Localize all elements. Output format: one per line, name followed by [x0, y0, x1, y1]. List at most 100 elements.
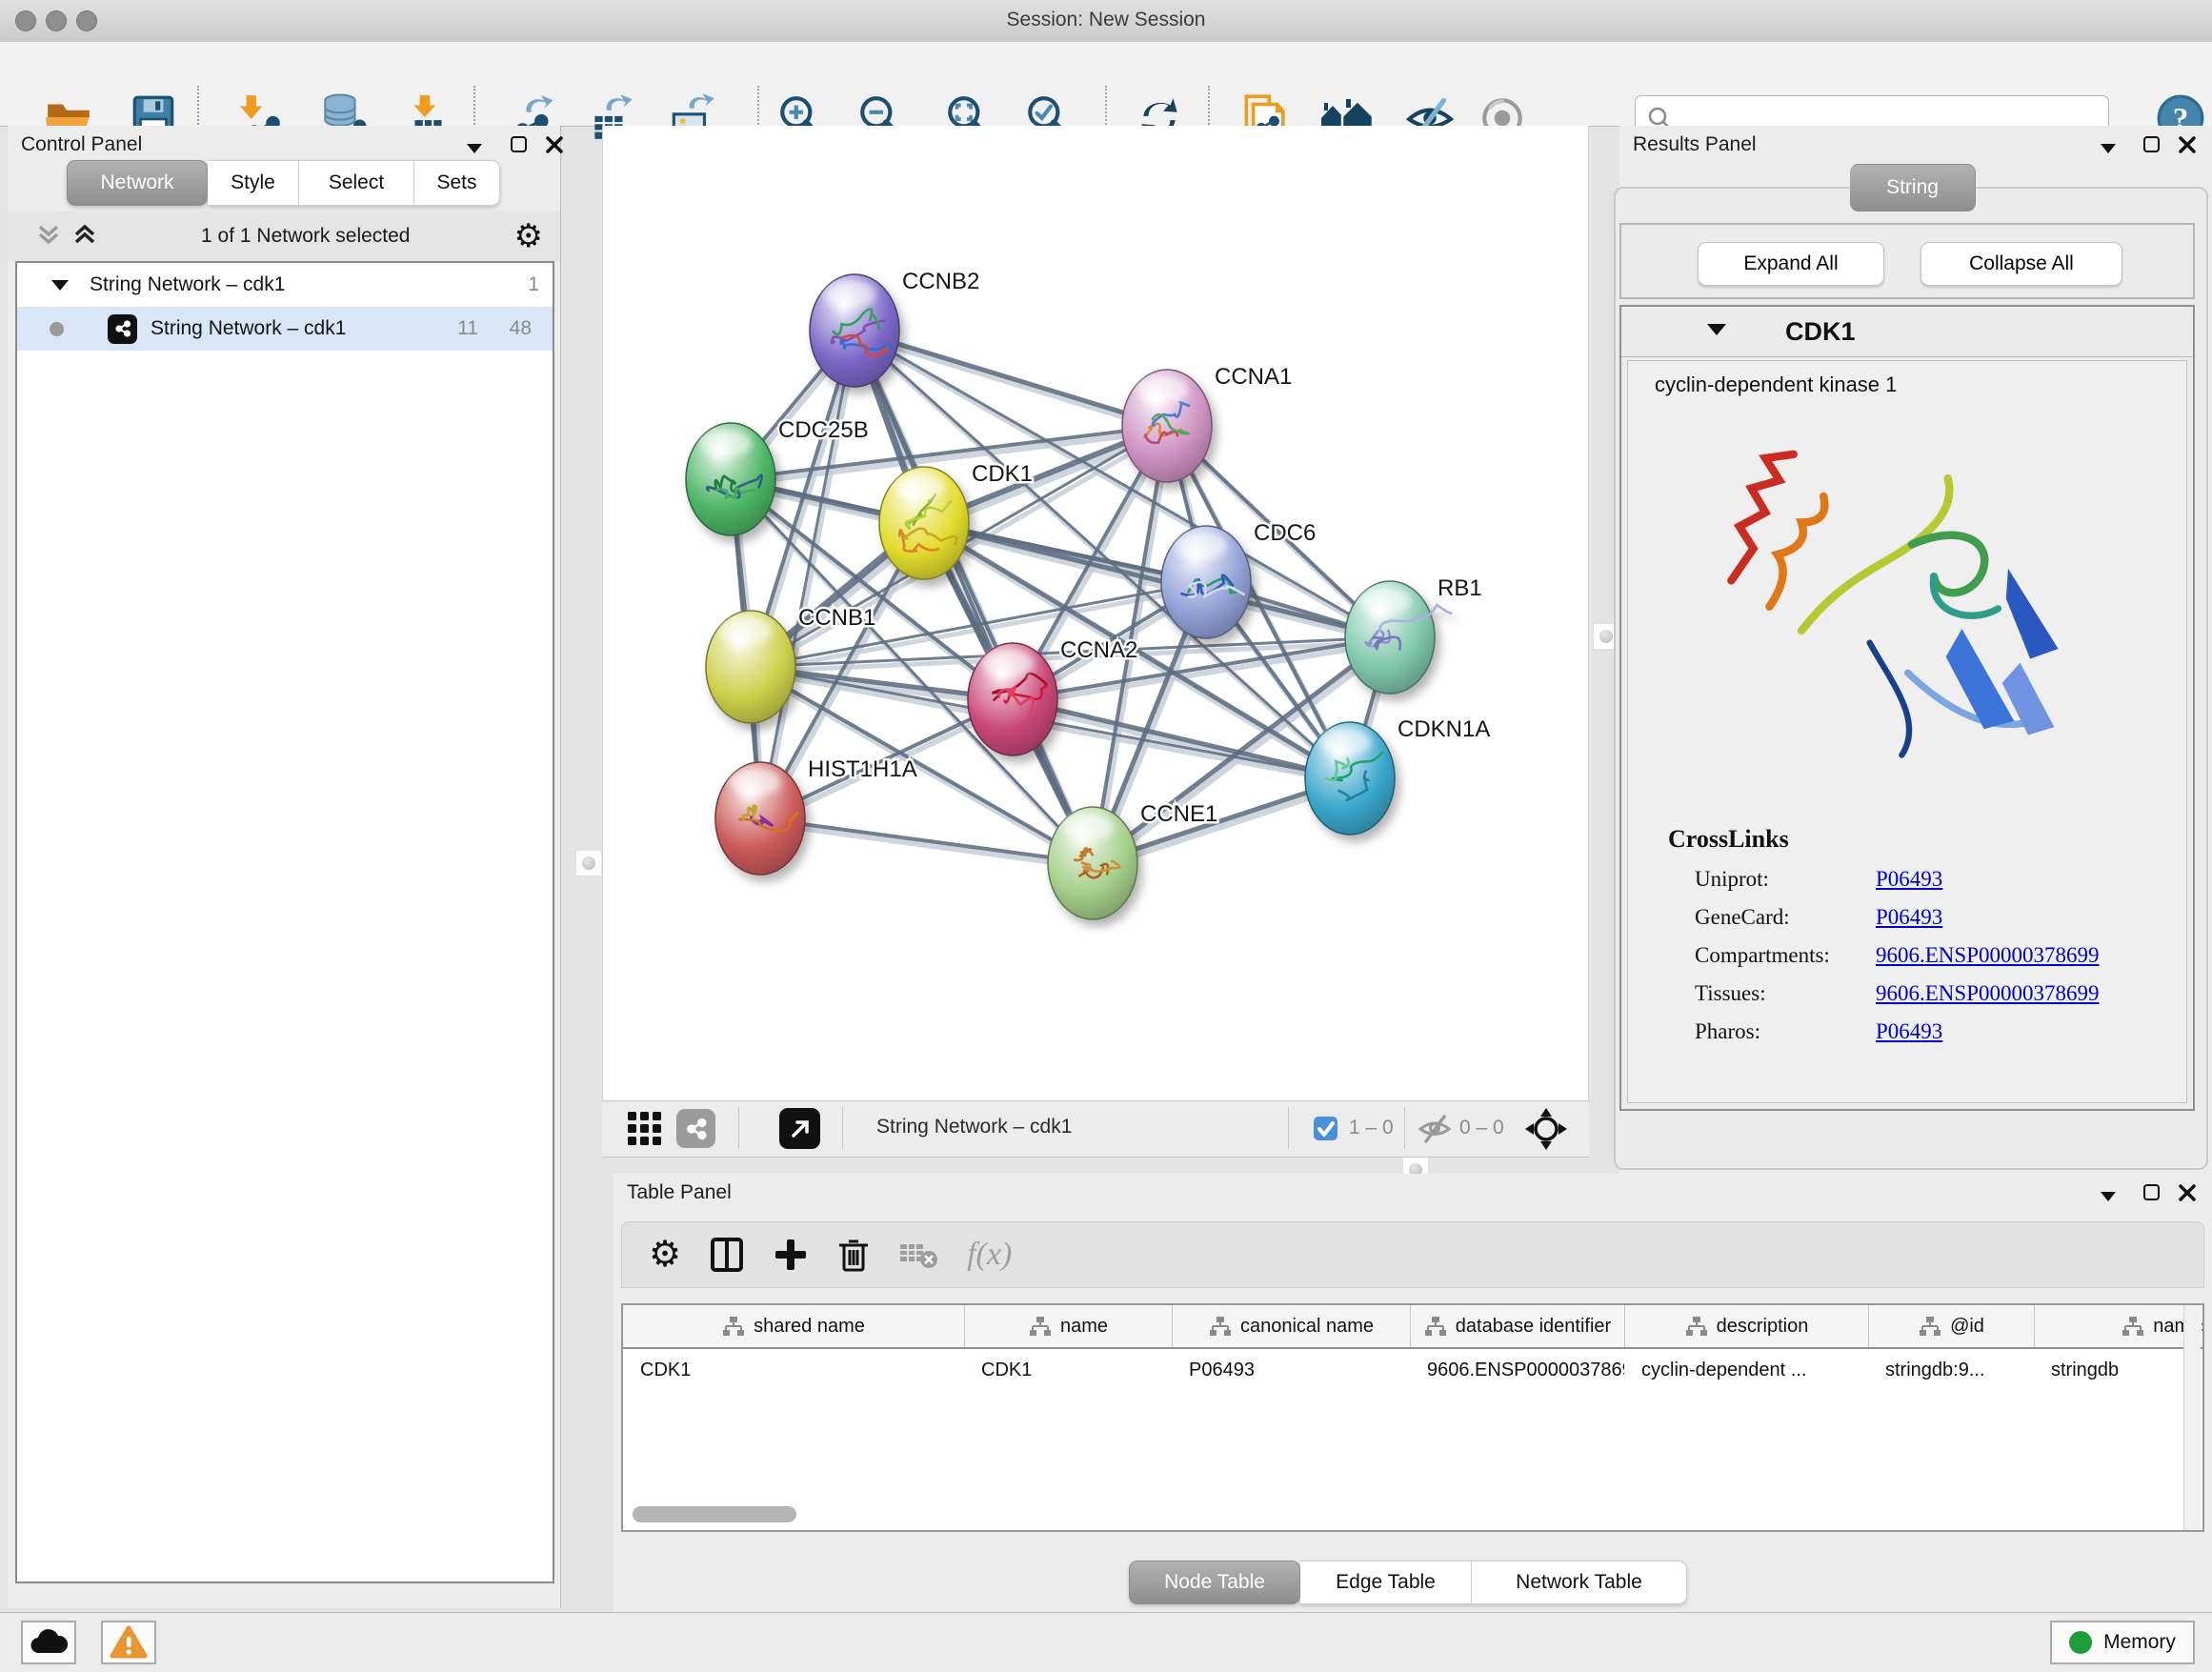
network-row[interactable]: String Network – cdk1 11 48	[17, 307, 553, 351]
node-label-CDC25B: CDC25B	[778, 417, 869, 443]
protein-section-header[interactable]: CDK1	[1621, 307, 2193, 357]
results-panel-float-icon[interactable]	[2143, 136, 2160, 157]
memory-button[interactable]: Memory	[2050, 1621, 2195, 1664]
crosslink-link[interactable]: P06493	[1876, 1019, 1942, 1044]
tab-style[interactable]: Style	[208, 160, 299, 206]
column-header-name[interactable]: name	[964, 1305, 1172, 1347]
table-options-gear-icon[interactable]: ⚙	[649, 1237, 681, 1273]
network-node-CDK1[interactable]	[879, 467, 969, 579]
crosslink-label: GeneCard:	[1695, 905, 1876, 930]
crosslink-link[interactable]: P06493	[1876, 905, 1942, 930]
table-cell[interactable]: 9606.ENSP00000378699	[1410, 1360, 1624, 1381]
crosslink-row: Pharos:P06493	[1695, 1019, 2186, 1044]
crosslink-label: Tissues:	[1695, 981, 1876, 1006]
tab-node-table[interactable]: Node Table	[1129, 1561, 1300, 1604]
column-header--id[interactable]: @id	[1868, 1305, 2034, 1347]
crosslink-label: Pharos:	[1695, 1019, 1876, 1044]
control-panel-close-icon[interactable]	[545, 135, 564, 159]
node-label-CCNE1: CCNE1	[1140, 801, 1217, 827]
network-node-CCNB1[interactable]	[706, 611, 795, 723]
selected-checkbox-icon[interactable]	[1313, 1116, 1338, 1146]
toolbar-separator	[1288, 1107, 1289, 1149]
birds-eye-crosshair-icon[interactable]	[1524, 1107, 1568, 1156]
expand-all-button[interactable]: Expand All	[1698, 242, 1884, 286]
tab-sets[interactable]: Sets	[414, 160, 500, 206]
grid-view-icon[interactable]	[627, 1111, 663, 1152]
section-expander-icon[interactable]	[1707, 323, 1726, 340]
expand-all-chevron-icon[interactable]	[72, 221, 97, 252]
network-canvas[interactable]: CCNB2CCNA1CDC25BCDK1CDC6RB1CCNB1CCNA2CDK…	[602, 126, 1589, 1100]
warning-status-button[interactable]	[101, 1621, 156, 1664]
network-node-CCNA2[interactable]	[968, 643, 1057, 755]
collapse-all-chevron-icon[interactable]	[36, 221, 61, 252]
tab-network-table[interactable]: Network Table	[1472, 1561, 1687, 1604]
toolbar-separator	[842, 1107, 843, 1149]
network-node-HIST1H1A[interactable]	[715, 762, 805, 875]
results-buttons-box: Expand All Collapse All	[1619, 223, 2195, 299]
cloud-status-button[interactable]	[21, 1621, 76, 1664]
crosslink-link[interactable]: 9606.ENSP00000378699	[1876, 981, 2100, 1006]
crosslink-link[interactable]: P06493	[1876, 867, 1942, 892]
tab-select[interactable]: Select	[299, 160, 414, 206]
column-header-canonical-name[interactable]: canonical name	[1172, 1305, 1410, 1347]
column-header-database-identifier[interactable]: database identifier	[1410, 1305, 1624, 1347]
table-cell[interactable]: stringdb:9...	[1868, 1360, 2034, 1381]
control-panel-menu-icon[interactable]	[467, 141, 482, 158]
table-body: CDK1CDK1P064939606.ENSP00000378699cyclin…	[623, 1349, 2202, 1391]
edge-count: 48	[510, 317, 532, 340]
table-cell[interactable]: P06493	[1172, 1360, 1410, 1381]
table-panel-close-icon[interactable]	[2178, 1183, 2197, 1207]
crosslink-link[interactable]: 9606.ENSP00000378699	[1876, 943, 2100, 968]
network-node-CDC25B[interactable]	[686, 423, 775, 535]
table-header-row: shared namenamecanonical namedatabase id…	[623, 1305, 2202, 1349]
network-collection-label: String Network – cdk1	[90, 273, 285, 296]
table-horizontal-scrollbar[interactable]	[633, 1506, 796, 1522]
table-panel-float-icon[interactable]	[2143, 1184, 2160, 1205]
table-cell[interactable]: cyclin-dependent ...	[1624, 1360, 1868, 1381]
network-node-CCNE1[interactable]	[1048, 807, 1137, 919]
left-splitter-handle[interactable]	[575, 850, 602, 876]
column-header-description[interactable]: description	[1624, 1305, 1868, 1347]
open-view-in-window-icon[interactable]	[779, 1108, 820, 1149]
protein-description: cyclin-dependent kinase 1	[1655, 373, 2186, 397]
sitemap-icon	[1209, 1316, 1232, 1337]
network-node-CCNA1[interactable]	[1122, 370, 1212, 482]
table-cell[interactable]: CDK1	[623, 1360, 964, 1381]
status-bar: Memory	[0, 1612, 2212, 1672]
memory-label: Memory	[2103, 1631, 2176, 1654]
network-node-CDC6[interactable]	[1161, 526, 1251, 638]
network-node-CCNB2[interactable]	[810, 274, 899, 387]
tab-network[interactable]: Network	[67, 160, 208, 206]
create-column-icon[interactable]	[773, 1237, 809, 1273]
column-header-shared-name[interactable]: shared name	[623, 1305, 964, 1347]
toolbar-separator	[1404, 1107, 1405, 1149]
table-tabs: Node TableEdge TableNetwork Table	[1129, 1561, 1687, 1604]
table-cell[interactable]: stringdb	[2034, 1360, 2204, 1381]
table-panel-menu-icon[interactable]	[2101, 1189, 2116, 1206]
collapse-all-button[interactable]: Collapse All	[1920, 242, 2122, 286]
table-row[interactable]: CDK1CDK1P064939606.ENSP00000378699cyclin…	[623, 1349, 2202, 1391]
table-vertical-scrollbar[interactable]	[2183, 1305, 2201, 1530]
column-header-namespace[interactable]: namespace	[2034, 1305, 2204, 1347]
network-badge-icon[interactable]	[676, 1109, 715, 1148]
network-list-subheader: 1 of 1 Network selected ⚙	[8, 212, 560, 261]
network-node-RB1[interactable]	[1345, 581, 1451, 694]
network-graph[interactable]: CCNB2CCNA1CDC25BCDK1CDC6RB1CCNB1CCNA2CDK…	[603, 126, 1588, 1098]
control-panel-tabs: NetworkStyleSelectSets	[67, 160, 500, 206]
table-cell[interactable]: CDK1	[964, 1360, 1172, 1381]
network-collection-row[interactable]: String Network – cdk1 1	[17, 263, 553, 307]
protein-section: CDK1 cyclin-dependent kinase 1	[1619, 305, 2195, 1111]
protein-details: cyclin-dependent kinase 1	[1627, 360, 2187, 1103]
tab-string[interactable]: String	[1850, 164, 1976, 212]
control-panel-title: Control Panel	[21, 133, 142, 156]
tab-edge-table[interactable]: Edge Table	[1300, 1561, 1472, 1604]
control-panel-float-icon[interactable]	[511, 136, 527, 157]
network-node-CDKN1A[interactable]	[1305, 722, 1395, 835]
network-options-gear-icon[interactable]: ⚙	[514, 220, 543, 252]
results-panel-close-icon[interactable]	[2178, 135, 2197, 159]
show-columns-icon[interactable]	[708, 1236, 746, 1274]
tree-expander-icon[interactable]	[51, 273, 69, 296]
node-table[interactable]: shared namenamecanonical namedatabase id…	[621, 1303, 2204, 1532]
results-panel-menu-icon[interactable]	[2101, 141, 2116, 158]
delete-column-icon[interactable]	[835, 1236, 872, 1274]
